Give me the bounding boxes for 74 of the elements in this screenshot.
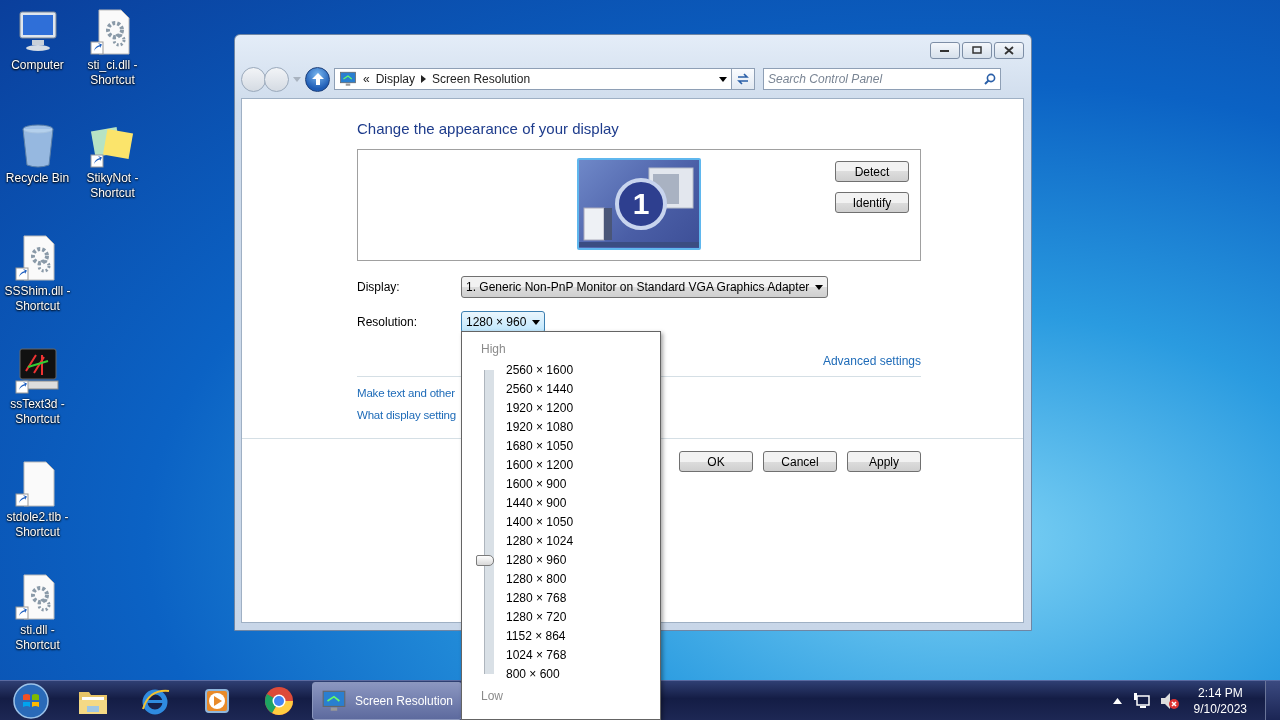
advanced-settings-link[interactable]: Advanced settings [822, 354, 921, 368]
clock-time[interactable]: 2:14 PM [1197, 684, 1243, 701]
speaker-icon[interactable] [1159, 691, 1180, 710]
resolution-option[interactable]: 800 × 600 [506, 665, 574, 684]
restore-button[interactable] [962, 42, 992, 59]
slider-thumb[interactable] [476, 555, 494, 566]
taskbar-window-button[interactable]: Screen Resolution [312, 681, 462, 720]
start-orb-icon[interactable] [12, 681, 50, 720]
resolution-option[interactable]: 1280 × 1024 [506, 532, 574, 551]
restore-icon [972, 46, 982, 55]
breadcrumb[interactable]: Display [375, 72, 416, 86]
resolution-option[interactable]: 2560 × 1600 [506, 361, 574, 380]
settings-link[interactable]: What display setting [357, 409, 456, 421]
desktop-icon-label: Computer [10, 58, 65, 73]
side-button[interactable]: Identify [835, 192, 909, 213]
chevron-icon [421, 75, 427, 83]
refresh-button[interactable] [731, 68, 755, 90]
resolution-option[interactable]: 1400 × 1050 [506, 513, 574, 532]
monitor-preview[interactable]: 1 [577, 158, 701, 250]
resolution-option[interactable]: 2560 × 1440 [506, 380, 574, 399]
dialog-button[interactable]: Cancel [763, 451, 837, 472]
terminal-icon[interactable] [13, 347, 62, 395]
desktop-icon-label: sti_ci.dll - Shortcut [86, 58, 139, 88]
network-icon[interactable] [1131, 691, 1150, 710]
resolution-option[interactable]: 1280 × 720 [506, 608, 574, 627]
dialog-button[interactable]: Apply [847, 451, 921, 472]
history-caret-icon [293, 76, 301, 82]
resolution-option[interactable]: 1680 × 1050 [506, 437, 574, 456]
field-label: Display: [357, 280, 401, 294]
close-button[interactable] [994, 42, 1024, 59]
refresh-icon [736, 72, 750, 86]
caret-icon [815, 284, 824, 290]
monitor-number: 1 [615, 178, 667, 230]
resolution-option[interactable]: 1600 × 900 [506, 475, 574, 494]
desktop-icon-label: SSShim.dll - Shortcut [3, 284, 72, 314]
resolution-dropdown[interactable]: 1280 × 960 [461, 311, 546, 333]
minimize-button[interactable] [930, 42, 960, 59]
settings-link[interactable]: Make text and other [357, 387, 455, 399]
desktop-icon-label: stdole2.tlb - Shortcut [5, 510, 70, 540]
show-desktop-button[interactable] [1265, 680, 1280, 720]
close-icon [1004, 46, 1014, 55]
up-button[interactable] [305, 66, 330, 92]
address-bar[interactable]: « Display Screen Resolution [334, 68, 732, 90]
search-icon[interactable] [984, 73, 996, 85]
chrome-icon[interactable] [263, 684, 295, 717]
up-arrow-icon [310, 72, 325, 86]
display-icon [339, 70, 357, 88]
caret-icon [532, 319, 541, 325]
resolution-option[interactable]: 1440 × 900 [506, 494, 574, 513]
resolution-option[interactable]: 1280 × 800 [506, 570, 574, 589]
desktop-icon-label: Recycle Bin [4, 171, 71, 186]
breadcrumb[interactable]: Screen Resolution [432, 72, 531, 86]
desktop-icon-label: StikyNot - Shortcut [85, 171, 140, 201]
tray-arrow-icon[interactable] [1112, 697, 1122, 704]
desktop-icon-label: sti.dll - Shortcut [14, 623, 61, 653]
resolution-option[interactable]: 1152 × 864 [506, 627, 574, 646]
address-caret-icon [719, 76, 727, 82]
search-field[interactable]: Search Control Panel [763, 68, 1001, 90]
resolution-option[interactable]: 1920 × 1080 [506, 418, 574, 437]
low-label: Low [481, 689, 504, 703]
resolution-option[interactable]: 1280 × 768 [506, 589, 574, 608]
breadcrumb-overflow[interactable]: « [363, 72, 370, 86]
field-label: Resolution: [357, 315, 419, 329]
page-heading: Change the appearance of your display [357, 120, 620, 137]
dialog-button[interactable]: OK [679, 451, 753, 472]
clock-date[interactable]: 9/10/2023 [1193, 700, 1247, 717]
display-dropdown[interactable]: 1. Generic Non-PnP Monitor on Standard VGA Graphics Adapter [461, 276, 829, 298]
desktop-icon-label: ssText3d - Shortcut [9, 397, 66, 427]
resolution-option[interactable]: 1600 × 1200 [506, 456, 574, 475]
high-label: High [481, 342, 507, 356]
resolution-option[interactable]: 1920 × 1200 [506, 399, 574, 418]
resolution-option[interactable]: 1280 × 960 [506, 551, 574, 570]
side-button[interactable]: Detect [835, 161, 909, 182]
resolution-option[interactable]: 1024 × 768 [506, 646, 574, 665]
